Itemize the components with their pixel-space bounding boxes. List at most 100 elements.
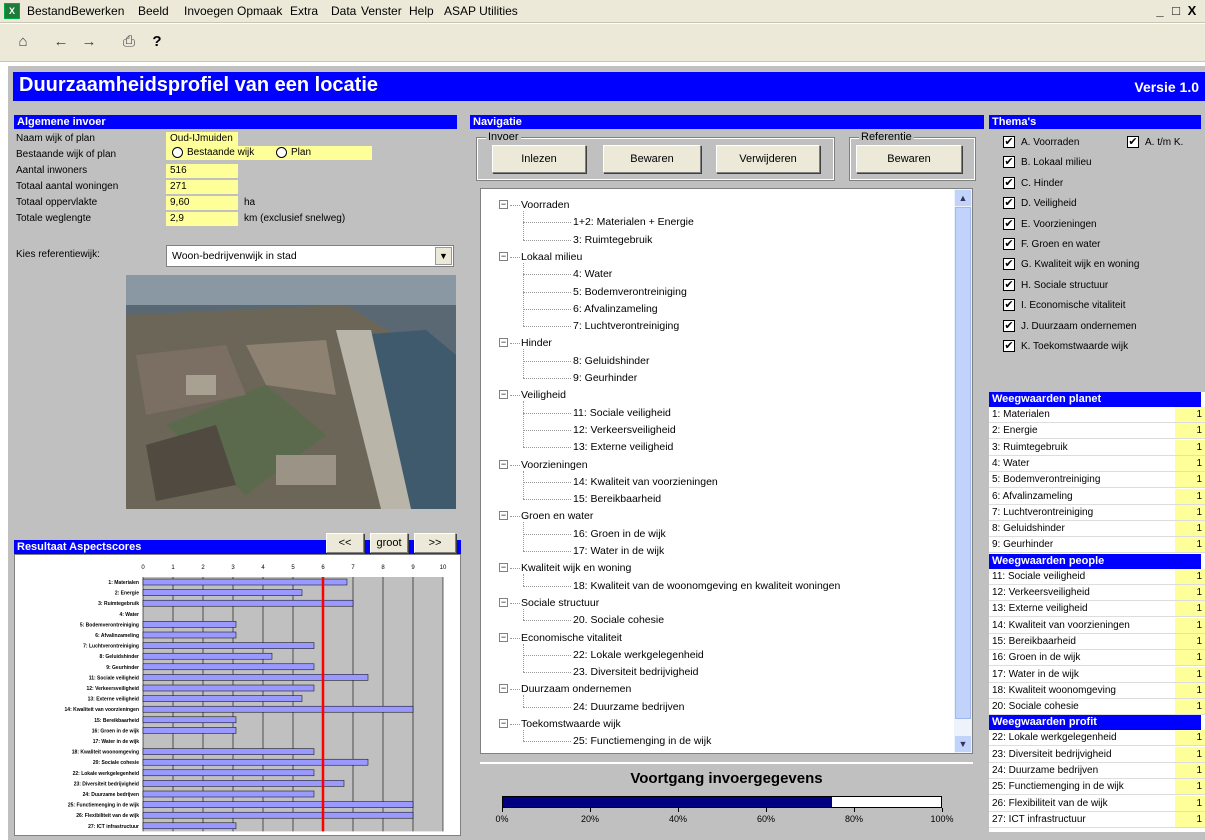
radio-plan-circle[interactable] [276,147,287,158]
menu-item[interactable]: ASAP Utilities [444,4,518,18]
bewaren-button[interactable]: Bewaren [603,145,701,173]
print-icon[interactable]: ⎙ [118,30,140,52]
back-arrow-icon[interactable]: ← [50,30,72,52]
weegwaarde-value[interactable]: 1 [1175,633,1205,649]
thema-checkbox[interactable]: ✔ [1003,258,1015,271]
restore-button[interactable]: □ [1169,3,1183,18]
forward-arrow-icon[interactable]: → [78,30,100,52]
scroll-down-button[interactable]: ▼ [955,736,971,752]
menu-item[interactable]: Bestand [27,4,71,18]
thema-checkbox[interactable]: ✔ [1003,238,1015,250]
weegwaarde-value[interactable]: 1 [1175,699,1205,715]
weegwaarde-value[interactable]: 1 [1175,601,1205,617]
thema-checkbox[interactable]: ✔ [1003,299,1015,312]
menu-item[interactable]: Beeld [138,4,169,18]
weegwaarde-value[interactable]: 1 [1175,666,1205,682]
menu-item[interactable]: Bewerken [71,4,124,18]
tree-group[interactable]: Sociale structuur [521,597,599,609]
tree-scrollbar[interactable]: ▲ ▼ [954,189,972,753]
ref-dropdown[interactable]: Woon-bedrijvenwijk in stad ▼ [166,245,454,267]
tree-group[interactable]: Duurzaam ondernemen [521,683,631,695]
menu-item[interactable]: Venster [361,4,402,18]
close-button[interactable]: X [1185,3,1199,18]
tree-item[interactable]: 14: Kwaliteit van voorzieningen [573,476,718,488]
weegwaarde-value[interactable]: 1 [1175,504,1205,520]
tree-item[interactable]: 12: Verkeersveiligheid [573,424,676,436]
tree-item[interactable]: 24: Duurzame bedrijven [573,701,684,713]
tree-group[interactable]: Veiligheid [521,389,566,401]
weegwaarde-value[interactable]: 1 [1175,488,1205,504]
tree-group[interactable]: Groen en water [521,510,593,522]
menu-item[interactable]: Invoegen [184,4,233,18]
tree-collapse-toggle[interactable]: − [499,251,508,261]
tree-group[interactable]: Kwaliteit wijk en woning [521,562,631,574]
tree-collapse-toggle[interactable]: − [499,511,508,521]
next-page-button[interactable]: >> [414,533,456,553]
tree-collapse-toggle[interactable]: − [499,684,508,694]
tree-item[interactable]: 25: Functiemenging in de wijk [573,735,711,747]
tree-item[interactable]: 5: Bodemverontreiniging [573,286,687,298]
help-icon[interactable]: ? [146,30,168,52]
weegwaarde-value[interactable]: 1 [1175,423,1205,439]
tree-item[interactable]: 22: Lokale werkgelegenheid [573,649,704,661]
tree-item[interactable]: 11: Sociale veiligheid [573,407,671,419]
tree-collapse-toggle[interactable]: − [499,200,508,209]
tree-collapse-toggle[interactable]: − [499,563,508,573]
tree-collapse-toggle[interactable]: − [499,597,508,607]
thema-checkbox[interactable]: ✔ [1003,136,1015,148]
tree-group[interactable]: Lokaal milieu [521,251,582,263]
tree-item[interactable]: 15: Bereikbaarheid [573,493,661,505]
tree-item[interactable]: 13: Externe veiligheid [573,441,673,453]
verwijderen-button[interactable]: Verwijderen [716,145,820,173]
minimize-button[interactable]: _ [1153,3,1167,18]
weegwaarde-value[interactable]: 1 [1175,537,1205,553]
thema-checkbox[interactable]: ✔ [1003,197,1015,210]
weegwaarde-value[interactable]: 1 [1175,617,1205,633]
tree-item[interactable]: 7: Luchtverontreiniging [573,320,679,332]
tree-collapse-toggle[interactable]: − [499,719,508,728]
weegwaarde-value[interactable]: 1 [1175,568,1205,584]
menu-item[interactable]: Data [331,4,356,18]
tree-item[interactable]: 3: Ruimtegebruik [573,234,652,246]
weegwaarde-value[interactable]: 1 [1175,682,1205,698]
weegwaarde-value[interactable]: 1 [1175,585,1205,600]
weegwaarde-value[interactable]: 1 [1175,746,1205,762]
big-view-button[interactable]: groot [370,533,408,553]
thema-all-checkbox[interactable]: ✔ [1127,136,1139,148]
scroll-thumb[interactable] [955,207,971,719]
home-icon[interactable]: ⌂ [12,30,34,52]
tree-item[interactable]: 8: Geluidshinder [573,355,649,367]
tree-item[interactable]: 4: Water [573,268,612,280]
excel-icon[interactable]: X [4,3,20,19]
thema-checkbox[interactable]: ✔ [1003,217,1015,230]
tree-item[interactable]: 17: Water in de wijk [573,545,664,557]
tree-group[interactable]: Voorzieningen [521,459,588,471]
thema-checkbox[interactable]: ✔ [1003,340,1015,352]
radio-existing-circle[interactable] [172,147,183,158]
radio-plan[interactable]: Plan [276,147,311,158]
tree-group[interactable]: Economische vitaliteit [521,632,622,644]
tree-item[interactable]: 6: Afvalinzameling [573,303,658,315]
weegwaarde-value[interactable]: 1 [1175,795,1205,811]
weegwaarde-value[interactable]: 1 [1175,811,1205,827]
tree-collapse-toggle[interactable]: − [499,632,508,642]
weegwaarde-value[interactable]: 1 [1175,730,1205,746]
tree-item[interactable]: 16: Groen in de wijk [573,528,666,540]
tree-item[interactable]: 9: Geurhinder [573,372,637,384]
weegwaarde-value[interactable]: 1 [1175,779,1205,795]
tree-item[interactable]: 23. Diversiteit bedrijvigheid [573,666,698,678]
weegwaarde-value[interactable]: 1 [1175,439,1205,455]
tree-collapse-toggle[interactable]: − [499,390,508,400]
menu-item[interactable]: Extra [290,4,318,18]
weegwaarde-value[interactable]: 1 [1175,472,1205,488]
menu-item[interactable]: Help [409,4,434,18]
menu-item[interactable]: Opmaak [237,4,282,18]
thema-checkbox[interactable]: ✔ [1003,176,1015,189]
thema-checkbox[interactable]: ✔ [1003,319,1015,332]
tree-item[interactable]: 1+2: Materialen + Energie [573,216,694,228]
prev-page-button[interactable]: << [326,533,364,553]
tree-collapse-toggle[interactable]: − [499,338,508,348]
thema-checkbox[interactable]: ✔ [1003,278,1015,291]
weegwaarde-value[interactable]: 1 [1175,521,1205,537]
tree-collapse-toggle[interactable]: − [499,459,508,469]
